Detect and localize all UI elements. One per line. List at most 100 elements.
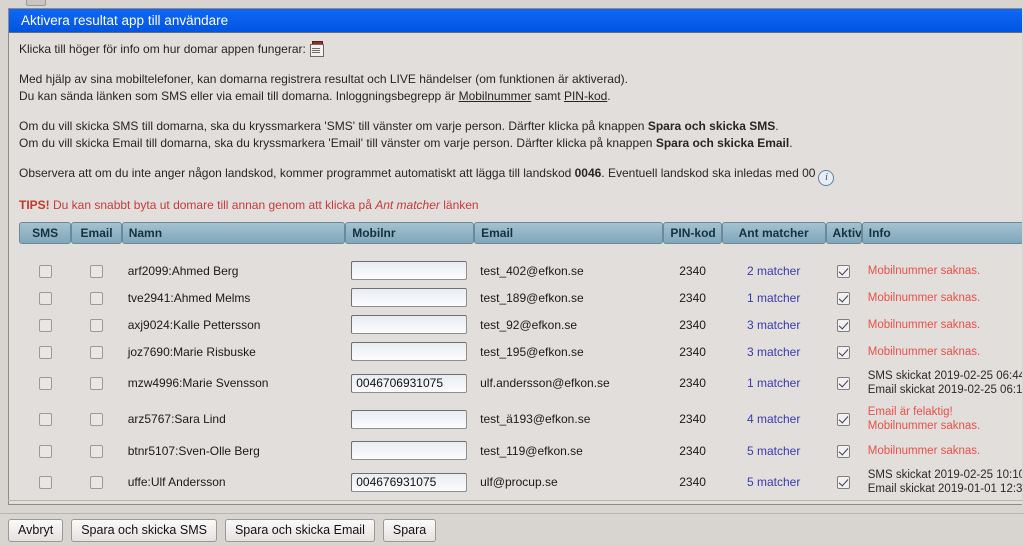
ant-matcher-link[interactable]: 5 matcher <box>747 475 800 489</box>
mobilnr-input[interactable] <box>351 373 468 393</box>
table-row: tve2941:Ahmed Melms test_189@efkon.se 2340… <box>19 284 1022 311</box>
click-for-info-line: Klicka till höger för info om hur domar … <box>19 41 1012 58</box>
sms-checkbox[interactable] <box>38 345 52 359</box>
email-checkbox[interactable] <box>90 291 104 305</box>
aktiv-checkbox[interactable] <box>837 345 851 359</box>
cell-sms-checkbox <box>19 464 71 500</box>
cell-aktiv-checkbox <box>826 338 862 365</box>
cell-sms-checkbox <box>19 365 71 401</box>
cell-ant-matcher: 3 matcher <box>722 311 826 338</box>
info-line: SMS skickat 2019-02-25 10:10. <box>867 469 1022 481</box>
cell-email: test_92@efkon.se <box>480 317 578 332</box>
col-header-email[interactable]: Email <box>474 222 664 244</box>
intro-text-block: Klicka till höger för info om hur domar … <box>9 33 1022 197</box>
cell-info: Email är felaktig! Mobilnummer saknas. <box>862 401 1022 437</box>
cell-info: SMS skickat 2019-02-25 10:10. Email skick… <box>862 464 1022 500</box>
ant-matcher-link[interactable]: 5 matcher <box>747 444 800 458</box>
tips-text-a: Du kan snabbt byta ut domare till annan … <box>49 198 376 212</box>
ant-matcher-link[interactable]: 1 matcher <box>747 291 800 305</box>
intro-para1-line2-c: . <box>607 89 611 103</box>
sms-checkbox[interactable] <box>38 318 52 332</box>
save-button[interactable]: Spara <box>382 519 437 542</box>
email-checkbox[interactable] <box>90 377 104 391</box>
ant-matcher-link[interactable]: 1 matcher <box>747 376 800 390</box>
aktiv-checkbox[interactable] <box>837 291 851 305</box>
aktiv-checkbox[interactable] <box>837 444 851 458</box>
col-header-ant-matcher[interactable]: Ant matcher <box>721 222 826 244</box>
email-checkbox[interactable] <box>90 345 104 359</box>
email-checkbox[interactable] <box>90 444 104 458</box>
intro-para2-line2: Om du vill skicka Email till domarna, sk… <box>19 135 1012 152</box>
intro-para2-line1-c: . <box>775 119 779 133</box>
cell-aktiv-checkbox <box>826 365 862 401</box>
cell-mobilnr <box>345 464 474 500</box>
cell-aktiv-checkbox <box>826 284 862 311</box>
aktiv-checkbox[interactable] <box>837 377 851 391</box>
mobilnr-input[interactable] <box>351 315 468 334</box>
ant-matcher-link[interactable]: 2 matcher <box>747 264 800 278</box>
col-header-namn[interactable]: Namn <box>121 222 346 244</box>
aktiv-checkbox[interactable] <box>837 264 851 278</box>
sms-checkbox[interactable] <box>38 377 52 391</box>
email-checkbox[interactable] <box>90 264 104 278</box>
ant-matcher-link[interactable]: 4 matcher <box>747 412 800 426</box>
intro-para2-line2-a: Om du vill skicka Email till domarna, sk… <box>19 136 656 150</box>
mobilnr-input[interactable] <box>351 261 468 280</box>
cell-pinkod: 2340 <box>679 376 706 390</box>
cell-email: test_402@efkon.se <box>480 263 584 278</box>
cell-mobilnr <box>345 365 474 401</box>
mobilnr-input[interactable] <box>351 409 468 429</box>
cell-email-checkbox <box>71 284 121 311</box>
cell-pinkod: 2340 <box>679 344 706 359</box>
sms-checkbox[interactable] <box>38 264 52 278</box>
sms-checkbox[interactable] <box>38 413 52 427</box>
ant-matcher-link[interactable]: 3 matcher <box>747 345 800 359</box>
ant-matcher-link[interactable]: 3 matcher <box>747 318 800 332</box>
col-header-pinkod[interactable]: PIN-kod <box>663 222 722 244</box>
intro-para2-line1-a: Om du vill skicka SMS till domarna, ska … <box>19 119 648 133</box>
col-header-sms[interactable]: SMS <box>19 222 72 244</box>
cell-pinkod: 2340 <box>679 443 706 458</box>
mobilnr-input[interactable] <box>351 342 468 361</box>
email-checkbox[interactable] <box>90 476 104 490</box>
cell-pinkod: 2340 <box>679 317 706 332</box>
cell-email: test_ä193@efkon.se <box>480 412 591 426</box>
cell-namn: axj9024:Kalle Pettersson <box>127 317 261 332</box>
intro-para2-line1: Om du vill skicka SMS till domarna, ska … <box>19 118 1012 135</box>
email-checkbox[interactable] <box>90 413 104 427</box>
header-spacer <box>19 244 1022 257</box>
sms-checkbox[interactable] <box>38 444 52 458</box>
aktiv-checkbox[interactable] <box>837 413 851 427</box>
cancel-button[interactable]: Avbryt <box>8 519 64 542</box>
email-checkbox[interactable] <box>90 318 104 332</box>
info-circle-icon[interactable]: i <box>818 170 835 186</box>
partial-toolbar-stub <box>26 0 46 6</box>
cell-namn: arz5767:Sara Lind <box>127 412 226 426</box>
table-row: btnr5107:Sven-Olle Berg test_119@efkon.se… <box>19 437 1022 464</box>
cell-email-checkbox <box>71 257 121 284</box>
col-header-email-checkbox[interactable]: Email <box>71 222 122 244</box>
save-and-send-email-button[interactable]: Spara och skicka Email <box>224 519 375 542</box>
col-header-mobilnr[interactable]: Mobilnr <box>345 222 475 244</box>
col-header-aktiv[interactable]: Aktiv <box>825 222 862 244</box>
sms-checkbox[interactable] <box>38 291 52 305</box>
cell-sms-checkbox <box>19 311 71 338</box>
cell-sms-checkbox <box>19 437 71 464</box>
save-and-send-sms-button[interactable]: Spara och skicka SMS <box>71 519 217 542</box>
pinkod-link[interactable]: PIN-kod <box>564 89 607 103</box>
aktiv-checkbox[interactable] <box>837 318 851 332</box>
mobilnr-input[interactable] <box>351 288 468 307</box>
intro-para1-line2: Du kan sända länken som SMS eller via em… <box>19 88 1012 105</box>
table-header-row: SMS Email Namn Mobilnr Email PIN-kod Ant… <box>19 222 1022 244</box>
aktiv-checkbox[interactable] <box>837 476 851 490</box>
document-icon[interactable] <box>309 41 324 57</box>
mobilnr-input[interactable] <box>351 472 468 492</box>
referee-table: SMS Email Namn Mobilnr Email PIN-kod Ant… <box>19 222 1022 500</box>
sms-checkbox[interactable] <box>38 476 52 490</box>
mobilnummer-link[interactable]: Mobilnummer <box>459 89 532 103</box>
cell-namn: uffe:Ulf Andersson <box>127 475 226 489</box>
col-header-info[interactable]: Info <box>861 222 1022 244</box>
mobilnr-input[interactable] <box>351 441 468 460</box>
cell-email-checkbox <box>71 464 121 500</box>
cell-namn: btnr5107:Sven-Olle Berg <box>127 443 260 458</box>
